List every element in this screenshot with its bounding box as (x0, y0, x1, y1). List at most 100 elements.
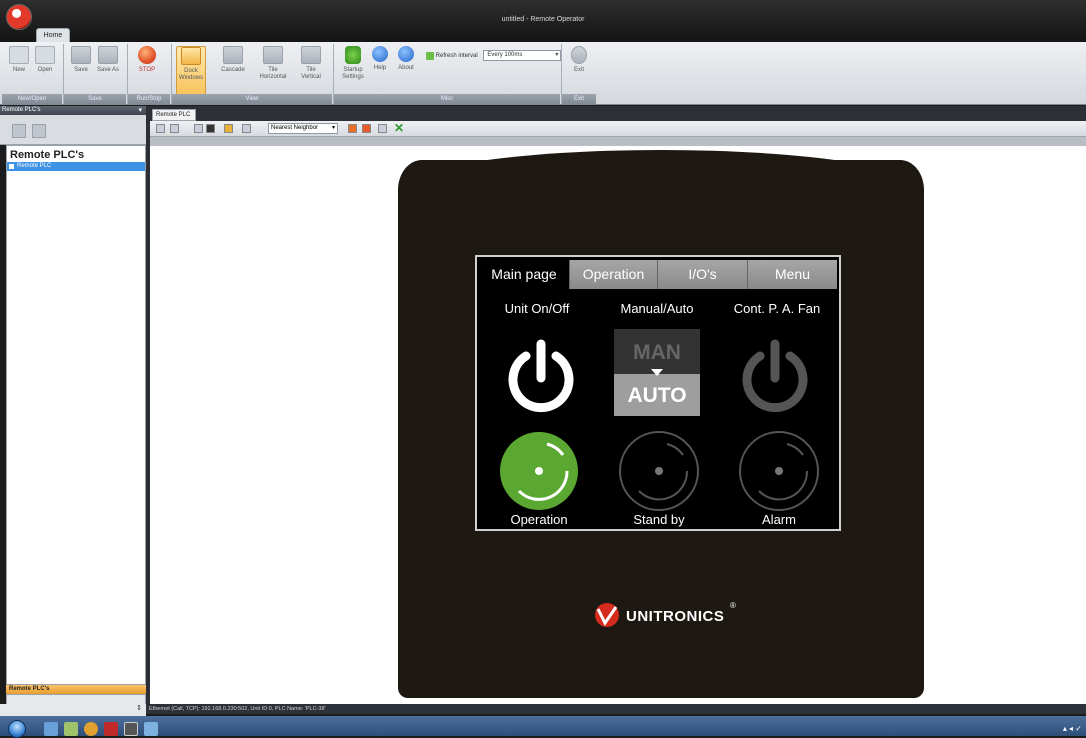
refresh-interval-control: Refresh interval Every 100ms ▾ (426, 50, 562, 61)
pdf-icon[interactable] (104, 722, 118, 736)
left-pane-header: Remote PLC's ▾ (0, 106, 146, 115)
group-label: New/Open (2, 94, 62, 105)
tab-menu[interactable]: Menu (747, 260, 837, 289)
unit-power-button-icon[interactable] (501, 338, 581, 418)
pin-window-icon[interactable] (378, 124, 387, 133)
tab-ios[interactable]: I/O's (657, 260, 747, 289)
remove-plc-icon[interactable] (32, 124, 46, 138)
power-icon (571, 46, 587, 64)
tab-main-page[interactable]: Main page (479, 260, 569, 289)
operation-label: Operation (510, 512, 568, 527)
brand-name: UNITRONICS (626, 608, 725, 625)
canvas-header-bar (150, 137, 1086, 146)
pin-icon[interactable]: ▾ (138, 106, 142, 115)
floppy-icon (71, 46, 91, 64)
tile-horizontal-button[interactable]: Tile Horizontal (256, 46, 290, 81)
scaling-select[interactable]: Nearest Neighbor ▾ (268, 123, 338, 134)
explorer-icon[interactable] (44, 722, 58, 736)
about-button[interactable]: About (394, 46, 418, 72)
taskbar (0, 716, 1086, 736)
tab-home[interactable]: Home (36, 28, 70, 42)
group-label: Exit (562, 94, 596, 105)
dock-windows-button[interactable]: Dock Windows (176, 46, 206, 96)
registered-mark: ® (730, 601, 736, 610)
network-app-icon[interactable] (144, 722, 158, 736)
media-icon[interactable] (84, 722, 98, 736)
ribbon: New Open New/Open Save Save As Save STOP… (0, 42, 1086, 105)
group-label: Misc (334, 94, 560, 105)
screen-icon[interactable] (206, 124, 215, 133)
unitronics-logo: UNITRONICS ® (590, 601, 770, 631)
manual-auto-label: Manual/Auto (620, 301, 694, 316)
group-label: View (172, 94, 332, 105)
group-exit: Exit Exit (562, 42, 596, 105)
stop-button[interactable]: STOP (134, 46, 160, 74)
record-icon[interactable] (348, 124, 357, 133)
remote-plc-list: Remote PLC's Remote PLC (6, 145, 146, 685)
startup-settings-button[interactable]: Startup Settings (338, 46, 368, 81)
remote-operator-icon[interactable] (124, 722, 138, 736)
title-bar: untitled - Remote Operator Home (0, 0, 1086, 42)
checkbox-icon[interactable] (194, 124, 203, 133)
standby-label: Stand by (633, 512, 685, 527)
refresh-interval-select[interactable]: Every 100ms ▾ (483, 50, 562, 61)
left-pane-footer-tab[interactable]: Remote PLC's (6, 685, 146, 694)
help-button[interactable]: Help (370, 46, 390, 72)
stop-icon (138, 46, 156, 64)
cascade-icon (223, 46, 243, 64)
mode-arrow-icon (651, 369, 663, 376)
manual-auto-toggle[interactable]: MAN AUTO (614, 329, 700, 416)
chevron-down-icon: ▾ (555, 52, 559, 58)
group-label: Save (64, 94, 126, 105)
start-button[interactable] (8, 720, 26, 738)
tab-remote-plc[interactable]: Remote PLC (152, 109, 196, 121)
fan-power-button-icon[interactable] (735, 338, 815, 418)
unitronics-logo-icon (595, 603, 619, 627)
group-new-open: New Open New/Open (2, 42, 62, 105)
operation-indicator-icon (500, 432, 578, 510)
left-pane-title: Remote PLC's (10, 149, 85, 161)
tile-vertical-button[interactable]: Tile Vertical (296, 46, 326, 81)
new-icon (9, 46, 29, 64)
fan-label: Cont. P. A. Fan (733, 301, 821, 316)
open-icon (35, 46, 55, 64)
new-button[interactable]: New (6, 46, 32, 74)
document-toolbar: Nearest Neighbor ▾ ✕ (150, 121, 1086, 137)
zoom-icon[interactable] (242, 124, 251, 133)
tab-operation[interactable]: Operation (569, 260, 657, 289)
group-label: Run/Stop (128, 94, 170, 105)
alarm-indicator-icon (739, 431, 819, 511)
group-run-stop: STOP Run/Stop (128, 42, 170, 105)
help-icon (372, 46, 388, 62)
add-plc-icon[interactable] (12, 124, 26, 138)
window-title: untitled - Remote Operator (501, 16, 585, 23)
close-icon[interactable]: ✕ (394, 121, 404, 136)
chevron-down-icon: ▾ (331, 125, 335, 131)
alarm-label: Alarm (762, 512, 796, 527)
back-icon[interactable] (156, 124, 165, 133)
spinner-icon[interactable]: ⇕ (136, 704, 142, 712)
stop-record-icon[interactable] (362, 124, 371, 133)
startup-settings-icon (345, 46, 361, 64)
unit-on-off-label: Unit On/Off (504, 301, 570, 316)
dock-windows-icon (181, 47, 201, 65)
floppy-save-as-icon (98, 46, 118, 64)
mode-auto-label: AUTO (614, 374, 700, 416)
cascade-button[interactable]: Cascade (218, 46, 248, 74)
tile-vertical-icon (301, 46, 321, 64)
system-tray[interactable]: ▴ ◂ ✓ (1063, 724, 1082, 733)
left-pane-toolbar (0, 115, 146, 145)
exit-button[interactable]: Exit (566, 46, 592, 74)
list-item[interactable]: Remote PLC (7, 162, 145, 171)
save-button[interactable]: Save (68, 46, 94, 74)
group-view: Dock Windows Cascade Tile Horizontal Til… (172, 42, 332, 105)
left-status-area: ⇕ (0, 704, 146, 716)
save-as-button[interactable]: Save As (95, 46, 121, 74)
remote-operator-window: untitled - Remote Operator Home New Open… (0, 0, 1086, 738)
snapshot-icon[interactable] (224, 124, 233, 133)
open-button[interactable]: Open (32, 46, 58, 74)
info-icon (398, 46, 414, 62)
refresh-icon (426, 51, 434, 60)
forward-icon[interactable] (170, 124, 179, 133)
app-icon[interactable] (64, 722, 78, 736)
